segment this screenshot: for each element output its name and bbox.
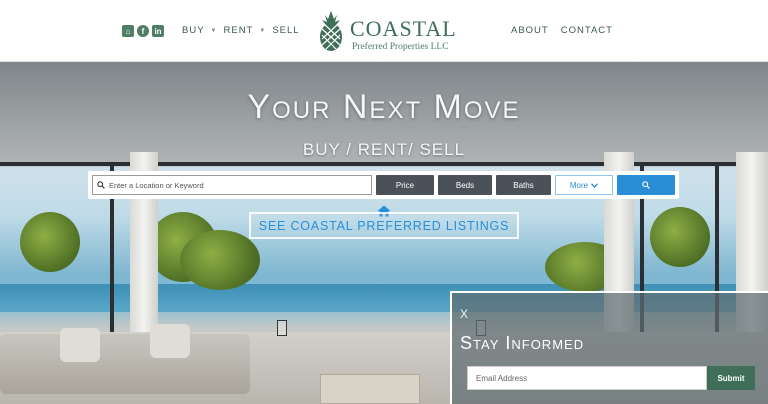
price-filter-button[interactable]: Price xyxy=(376,175,434,195)
site-logo[interactable]: COASTAL Preferred Properties LLC xyxy=(316,9,456,55)
site-header: ⌂ f in BUY ▼ RENT ▼ SELL COASTAL Preferr… xyxy=(0,0,768,62)
hero-tree xyxy=(20,212,80,272)
popup-title: Stay Informed xyxy=(460,333,585,353)
close-icon[interactable]: X xyxy=(460,307,468,321)
search-placeholder: Enter a Location or Keyword xyxy=(109,180,204,190)
pineapple-icon xyxy=(320,11,342,51)
hero-tree xyxy=(180,230,260,290)
more-filter-label: More xyxy=(569,180,589,190)
hero-title: Your Next Move xyxy=(247,88,521,126)
location-search-input[interactable]: Enter a Location or Keyword xyxy=(92,175,372,195)
page: ⌂ f in BUY ▼ RENT ▼ SELL COASTAL Preferr… xyxy=(0,0,768,404)
nav-left: BUY ▼ RENT ▼ SELL xyxy=(182,25,300,36)
beds-filter-button[interactable]: Beds xyxy=(438,175,492,195)
hero-cushion xyxy=(60,328,100,362)
nav-right: ABOUT CONTACT xyxy=(511,25,613,36)
linkedin-icon[interactable]: in xyxy=(152,25,164,37)
email-placeholder: Email Address xyxy=(476,373,528,383)
email-field[interactable]: Email Address xyxy=(467,366,707,390)
chevron-down-icon: ▼ xyxy=(259,27,267,34)
baths-filter-button[interactable]: Baths xyxy=(496,175,551,195)
search-submit-button[interactable] xyxy=(617,175,675,195)
nav-item-rent[interactable]: RENT xyxy=(224,25,254,36)
chevron-down-icon xyxy=(591,182,599,188)
hero-cushion xyxy=(150,324,190,358)
nav-item-sell[interactable]: SELL xyxy=(272,25,299,36)
nav-item-buy[interactable]: BUY xyxy=(182,25,205,36)
see-listings-button[interactable]: SEE COASTAL PREFERRED LISTINGS xyxy=(249,212,519,239)
home-icon[interactable]: ⌂ xyxy=(122,25,134,37)
nav-item-contact[interactable]: CONTACT xyxy=(561,25,613,36)
window-frame xyxy=(0,162,768,166)
newsletter-popup: X Stay Informed Email Address Submit xyxy=(450,291,768,404)
logo-subtitle: Preferred Properties LLC xyxy=(352,42,449,52)
hero-tree xyxy=(650,207,710,267)
social-links: ⌂ f in xyxy=(122,25,164,37)
facebook-icon[interactable]: f xyxy=(137,25,149,37)
hero-lantern xyxy=(277,320,287,336)
submit-button[interactable]: Submit xyxy=(707,366,755,390)
search-icon xyxy=(642,181,650,189)
hero-subtitle: BUY / RENT/ SELL xyxy=(302,140,466,159)
hero-sofa xyxy=(0,334,250,394)
logo-name: COASTAL xyxy=(350,16,457,41)
hero-table xyxy=(320,374,420,404)
nav-item-about[interactable]: ABOUT xyxy=(511,25,549,36)
chevron-down-icon: ▼ xyxy=(210,27,218,34)
more-filter-button[interactable]: More xyxy=(555,175,613,195)
search-icon xyxy=(97,181,105,189)
search-bar: Enter a Location or Keyword Price Beds B… xyxy=(88,171,679,199)
